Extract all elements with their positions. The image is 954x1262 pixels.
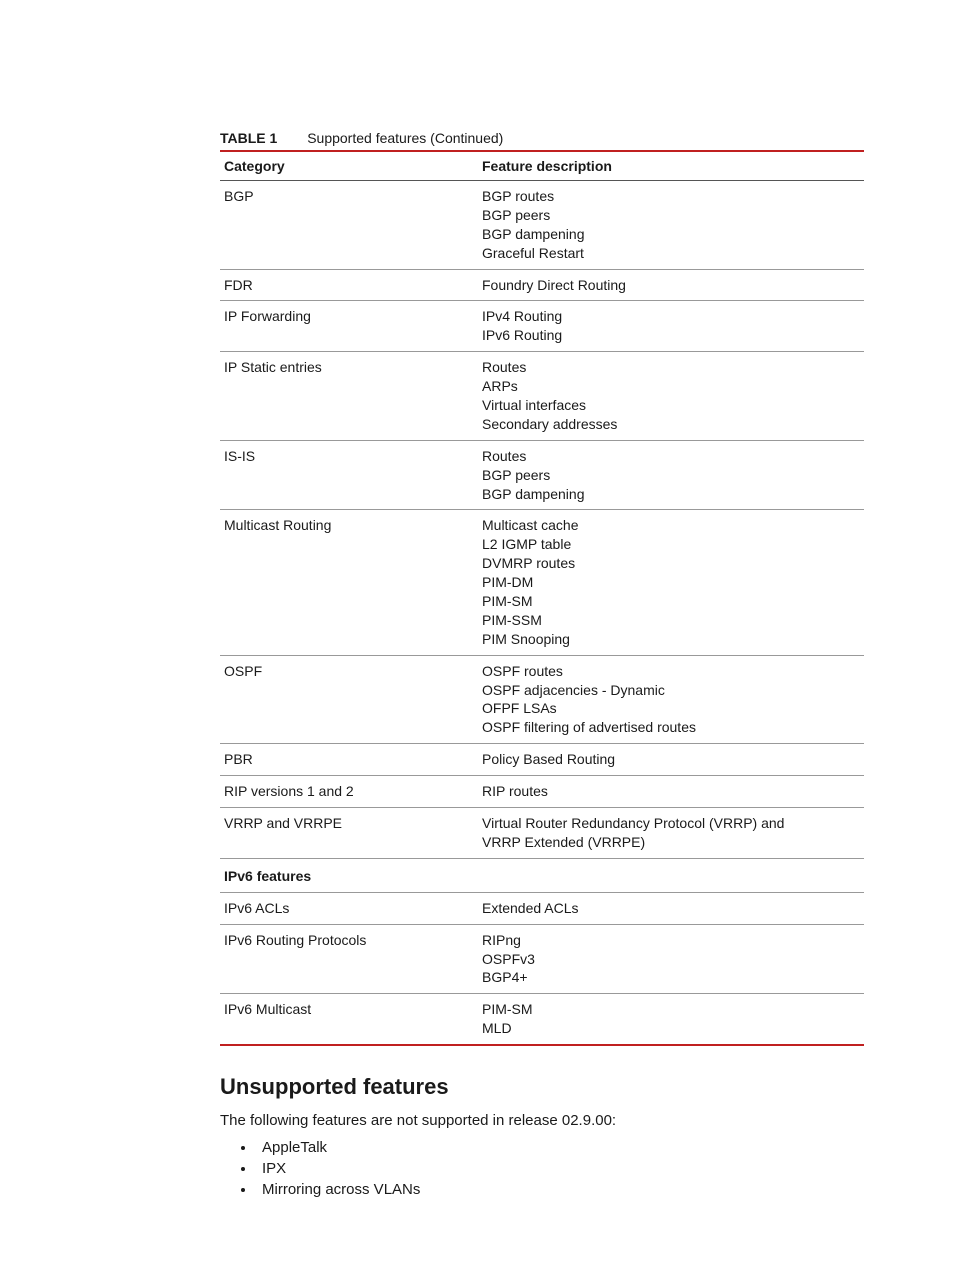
feature-line: OSPF filtering of advertised routes xyxy=(482,718,860,737)
feature-line: PIM-SM xyxy=(482,1000,860,1019)
unsupported-list: AppleTalk IPX Mirroring across VLANs xyxy=(220,1139,864,1198)
feature-line: Extended ACLs xyxy=(482,899,860,918)
table-row-features: RIP routes xyxy=(478,776,864,808)
table-row-category: Multicast Routing xyxy=(220,510,478,655)
feature-line: OFPF LSAs xyxy=(482,699,860,718)
feature-line: PIM-SSM xyxy=(482,611,860,630)
table-row-features: Multicast cacheL2 IGMP tableDVMRP routes… xyxy=(478,510,864,655)
feature-line: BGP dampening xyxy=(482,225,860,244)
feature-line: VRRP Extended (VRRPE) xyxy=(482,833,860,852)
feature-line: OSPFv3 xyxy=(482,950,860,969)
table-row-category: BGP xyxy=(220,181,478,270)
table-row-category: IPv6 ACLs xyxy=(220,892,478,924)
feature-line: MLD xyxy=(482,1019,860,1038)
feature-line: RIPng xyxy=(482,931,860,950)
feature-line: Graceful Restart xyxy=(482,244,860,263)
table-row-category: RIP versions 1 and 2 xyxy=(220,776,478,808)
feature-line: Policy Based Routing xyxy=(482,750,860,769)
feature-line: OSPF adjacencies - Dynamic xyxy=(482,681,860,700)
feature-line: IPv4 Routing xyxy=(482,307,860,326)
table-label: TABLE 1 xyxy=(220,130,277,146)
column-header-category: Category xyxy=(220,151,478,181)
table-row-features: OSPF routesOSPF adjacencies - DynamicOFP… xyxy=(478,655,864,744)
document-page: TABLE 1 Supported features (Continued) C… xyxy=(0,0,954,1262)
feature-line: Routes xyxy=(482,447,860,466)
table-row-features: BGP routesBGP peersBGP dampeningGraceful… xyxy=(478,181,864,270)
feature-line: Multicast cache xyxy=(482,516,860,535)
table-caption-text: Supported features (Continued) xyxy=(307,130,503,146)
feature-line: BGP routes xyxy=(482,187,860,206)
feature-line: Secondary addresses xyxy=(482,415,860,434)
table-row-category: IP Forwarding xyxy=(220,301,478,352)
table-row-category: PBR xyxy=(220,744,478,776)
table-row-category: IS-IS xyxy=(220,440,478,510)
table-row-features: IPv4 RoutingIPv6 Routing xyxy=(478,301,864,352)
feature-line: PIM Snooping xyxy=(482,630,860,649)
feature-line: Virtual Router Redundancy Protocol (VRRP… xyxy=(482,814,860,833)
table-row-category: IPv6 Multicast xyxy=(220,994,478,1045)
table-row-features: Policy Based Routing xyxy=(478,744,864,776)
feature-line: BGP4+ xyxy=(482,968,860,987)
feature-line: RIP routes xyxy=(482,782,860,801)
section-intro: The following features are not supported… xyxy=(220,1112,864,1129)
feature-line: BGP peers xyxy=(482,466,860,485)
table-row-category: IP Static entries xyxy=(220,352,478,441)
table-row-category: OSPF xyxy=(220,655,478,744)
section-heading-unsupported: Unsupported features xyxy=(220,1074,864,1100)
feature-line: PIM-SM xyxy=(482,592,860,611)
feature-line: OSPF routes xyxy=(482,662,860,681)
list-item: Mirroring across VLANs xyxy=(256,1181,864,1198)
feature-line: L2 IGMP table xyxy=(482,535,860,554)
feature-line: BGP peers xyxy=(482,206,860,225)
feature-line: DVMRP routes xyxy=(482,554,860,573)
feature-line: IPv6 Routing xyxy=(482,326,860,345)
table-row-features: RoutesBGP peersBGP dampening xyxy=(478,440,864,510)
table-row-features: Extended ACLs xyxy=(478,892,864,924)
feature-line: ARPs xyxy=(482,377,860,396)
feature-line: Virtual interfaces xyxy=(482,396,860,415)
table-row-category: VRRP and VRRPE xyxy=(220,808,478,859)
feature-line: BGP dampening xyxy=(482,485,860,504)
table-row-features: RIPngOSPFv3BGP4+ xyxy=(478,924,864,994)
list-item: AppleTalk xyxy=(256,1139,864,1156)
table-row-features: PIM-SMMLD xyxy=(478,994,864,1045)
table-caption: TABLE 1 Supported features (Continued) xyxy=(220,130,864,146)
table-row-category: FDR xyxy=(220,269,478,301)
table-row-features: RoutesARPsVirtual interfacesSecondary ad… xyxy=(478,352,864,441)
column-header-feature: Feature description xyxy=(478,151,864,181)
table-row-features: Foundry Direct Routing xyxy=(478,269,864,301)
table-section-header: IPv6 features xyxy=(220,858,864,892)
table-row-features: Virtual Router Redundancy Protocol (VRRP… xyxy=(478,808,864,859)
table-row-category: IPv6 Routing Protocols xyxy=(220,924,478,994)
supported-features-table: Category Feature description BGPBGP rout… xyxy=(220,150,864,1046)
feature-line: PIM-DM xyxy=(482,573,860,592)
list-item: IPX xyxy=(256,1160,864,1177)
feature-line: Foundry Direct Routing xyxy=(482,276,860,295)
feature-line: Routes xyxy=(482,358,860,377)
